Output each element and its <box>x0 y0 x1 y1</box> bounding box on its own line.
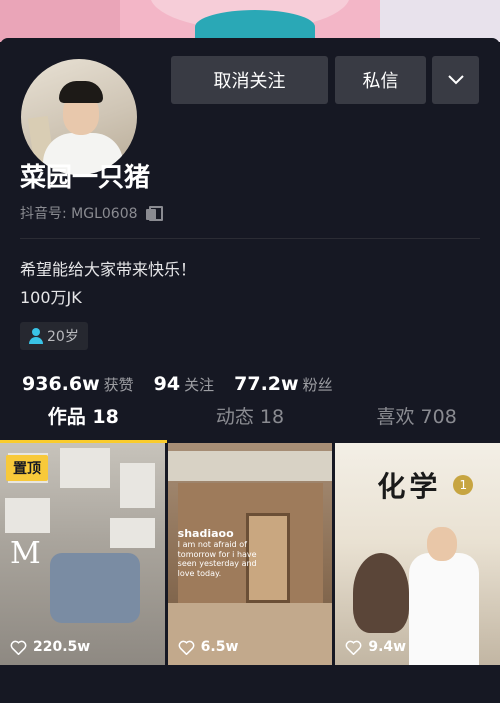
chevron-down-icon <box>447 75 464 85</box>
profile-name: 菜园一只猪 <box>20 163 151 193</box>
bio-line-1: 希望能给大家带来快乐！ <box>20 260 197 279</box>
douyin-id-row: 抖音号: MGL0608 <box>20 203 163 223</box>
bio-line-2: 100万JK <box>20 288 82 307</box>
more-button[interactable] <box>432 56 479 104</box>
video-person <box>50 553 140 623</box>
video-thumbnail[interactable]: M 置顶 220.5w <box>0 443 165 665</box>
video-grid: M 置顶 220.5w shadiaoo I am not afraid of … <box>0 443 500 665</box>
book-badge: 1 <box>453 475 474 495</box>
video-likes-count: 9.4w <box>368 639 407 655</box>
heart-icon <box>178 640 195 655</box>
stat-likes-value: 936.6w <box>22 373 100 395</box>
stat-followers-label: 粉丝 <box>302 376 333 394</box>
video-likes-count: 220.5w <box>33 639 91 655</box>
pinned-badge: 置顶 <box>6 455 48 481</box>
age-tag-label: 20岁 <box>47 329 79 345</box>
stat-followers-value: 77.2w <box>234 373 299 395</box>
profile-stats: 936.6w 获赞 94 关注 77.2w 粉丝 <box>22 373 353 395</box>
video-overlay-text: M <box>10 536 41 571</box>
video-overlay-caption: shadiaoo I am not afraid of tomorrow for… <box>178 527 258 579</box>
video-likes: 6.5w <box>178 639 239 655</box>
person-icon <box>29 328 43 344</box>
profile-banner <box>0 0 500 42</box>
stat-likes[interactable]: 936.6w 获赞 <box>22 373 134 395</box>
stat-followers[interactable]: 77.2w 粉丝 <box>234 373 332 395</box>
copy-icon[interactable] <box>145 206 163 221</box>
video-likes: 9.4w <box>345 639 406 655</box>
tab-activity[interactable]: 动态 18 <box>167 396 334 442</box>
book-title: 化学 <box>377 470 442 503</box>
unfollow-button[interactable]: 取消关注 <box>171 56 328 104</box>
video-likes-count: 6.5w <box>200 639 239 655</box>
tab-works[interactable]: 作品 18 <box>0 396 167 443</box>
video-overlay-title: shadiaoo <box>177 527 234 540</box>
age-tag: 20岁 <box>20 322 88 350</box>
tab-liked[interactable]: 喜欢 708 <box>333 396 500 442</box>
divider <box>20 238 480 239</box>
message-button[interactable]: 私信 <box>335 56 426 104</box>
video-overlay-text: I am not afraid of tomorrow for i have s… <box>177 540 257 578</box>
stat-following-value: 94 <box>153 373 181 395</box>
heart-icon <box>345 640 362 655</box>
stat-likes-label: 获赞 <box>103 376 134 394</box>
douyin-id: 抖音号: MGL0608 <box>20 206 138 222</box>
video-thumbnail[interactable]: shadiaoo I am not afraid of tomorrow for… <box>167 443 333 665</box>
video-likes: 220.5w <box>10 639 90 655</box>
heart-icon <box>10 640 27 655</box>
video-thumbnail[interactable]: 化学 1 9.4w <box>335 443 500 665</box>
stat-following-label: 关注 <box>184 376 215 394</box>
stat-following[interactable]: 94 关注 <box>154 373 214 395</box>
content-tabs: 作品 18 动态 18 喜欢 708 <box>0 396 500 443</box>
